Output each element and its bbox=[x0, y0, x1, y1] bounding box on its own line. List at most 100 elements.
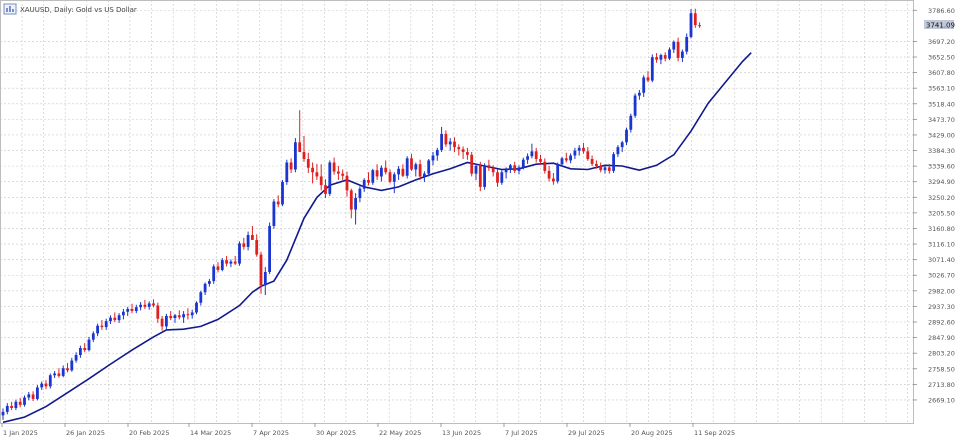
candle-body bbox=[332, 162, 336, 172]
candle bbox=[285, 159, 289, 185]
candle-body bbox=[113, 317, 117, 321]
candle bbox=[633, 93, 637, 118]
candle-body bbox=[689, 13, 693, 37]
y-tick-label: 2892.60 bbox=[928, 319, 955, 327]
candle bbox=[470, 152, 474, 177]
candle-body bbox=[190, 312, 194, 316]
x-tick-label: 7 Apr 2025 bbox=[253, 429, 289, 437]
candle bbox=[483, 163, 486, 190]
candle-body bbox=[504, 169, 508, 173]
candle-body bbox=[418, 164, 422, 177]
y-tick-label: 3339.60 bbox=[928, 163, 955, 171]
candle-body bbox=[685, 36, 689, 52]
candle-body bbox=[693, 13, 697, 26]
candle bbox=[478, 161, 482, 192]
candle-body bbox=[324, 185, 327, 194]
candle-body bbox=[122, 311, 125, 316]
candle-body bbox=[354, 198, 357, 210]
time-axis: 1 Jan 2025 26 Jan 2025 20 Feb 2025 14 Mar 2… bbox=[1, 423, 735, 437]
candle-body bbox=[556, 164, 560, 182]
y-tick-label: 3473.70 bbox=[928, 116, 955, 124]
candle-body bbox=[612, 154, 615, 171]
candle-body bbox=[61, 368, 65, 376]
candle-body bbox=[199, 292, 203, 303]
candle-body bbox=[70, 360, 74, 371]
candle-body bbox=[466, 152, 469, 155]
candle-body bbox=[177, 315, 181, 318]
candle bbox=[328, 160, 332, 196]
candle-body bbox=[646, 77, 650, 81]
candle bbox=[371, 168, 375, 185]
candle-body bbox=[195, 302, 198, 313]
candle bbox=[195, 301, 198, 315]
price-tag-text: 3741.09 bbox=[926, 22, 955, 30]
candle-body bbox=[233, 261, 237, 264]
candle-body bbox=[423, 173, 426, 177]
candle-body bbox=[638, 92, 641, 96]
candle-body bbox=[91, 333, 95, 340]
candle-body bbox=[358, 188, 362, 199]
candle bbox=[612, 152, 615, 173]
candle-body bbox=[139, 304, 142, 308]
y-tick-label: 3294.90 bbox=[928, 178, 955, 186]
candle bbox=[629, 113, 633, 133]
candle-body bbox=[100, 325, 104, 328]
candle-body bbox=[435, 149, 439, 156]
candle-body bbox=[405, 158, 409, 176]
candle-body bbox=[629, 115, 633, 130]
candle bbox=[238, 241, 241, 266]
candle-body bbox=[663, 55, 667, 59]
candle-body bbox=[367, 179, 370, 183]
y-tick-label: 3563.10 bbox=[928, 85, 955, 93]
candle-body bbox=[620, 142, 624, 148]
symbol-label: XAUUSD, Daily: Gold vs US Dollar bbox=[20, 6, 137, 14]
candle bbox=[689, 9, 693, 39]
plot-border bbox=[0, 0, 914, 424]
x-tick-label: 1 Jan 2025 bbox=[3, 429, 38, 437]
candle-body bbox=[48, 375, 52, 387]
y-tick-label: 3026.70 bbox=[928, 272, 955, 280]
candle-body bbox=[220, 260, 224, 270]
candle-body bbox=[259, 254, 263, 286]
candle-body bbox=[165, 315, 168, 327]
candle-body bbox=[483, 165, 486, 187]
candle-body bbox=[18, 401, 22, 405]
candle-body bbox=[255, 239, 259, 255]
x-tick-label: 22 May 2025 bbox=[379, 429, 421, 437]
candle-body bbox=[130, 308, 134, 312]
candle-body bbox=[676, 41, 680, 58]
candle-body bbox=[1, 411, 5, 416]
candle-body bbox=[414, 164, 418, 170]
y-tick-label: 2803.20 bbox=[928, 350, 955, 358]
candle-body bbox=[577, 147, 581, 151]
candle-body bbox=[642, 77, 646, 93]
candle-body bbox=[491, 168, 495, 173]
candle-body bbox=[564, 158, 568, 161]
candle-body bbox=[53, 373, 56, 376]
candle-body bbox=[294, 142, 297, 170]
candle-body bbox=[573, 150, 577, 156]
candle bbox=[405, 156, 409, 179]
candle-body bbox=[10, 405, 13, 409]
candle-body bbox=[298, 142, 302, 153]
candle-body bbox=[272, 201, 276, 226]
candle-body bbox=[560, 158, 564, 165]
candle-body bbox=[509, 165, 512, 170]
candle-body bbox=[448, 141, 452, 145]
candle-body bbox=[625, 129, 628, 143]
candle-body bbox=[547, 170, 551, 179]
candle-body bbox=[104, 321, 108, 328]
candle-body bbox=[160, 318, 164, 327]
candle-body bbox=[23, 397, 26, 405]
candle-body bbox=[126, 308, 130, 312]
candle-body bbox=[143, 304, 147, 307]
x-tick-label: 30 Apr 2025 bbox=[316, 429, 356, 437]
candle-body bbox=[681, 51, 684, 58]
candle-body bbox=[427, 160, 431, 174]
candle-body bbox=[169, 315, 173, 319]
x-tick-label: 20 Aug 2025 bbox=[631, 429, 673, 437]
candle-body bbox=[586, 151, 590, 160]
x-tick-label: 7 Jul 2025 bbox=[505, 429, 538, 437]
candle-body bbox=[173, 315, 177, 319]
candle-body bbox=[582, 147, 585, 152]
